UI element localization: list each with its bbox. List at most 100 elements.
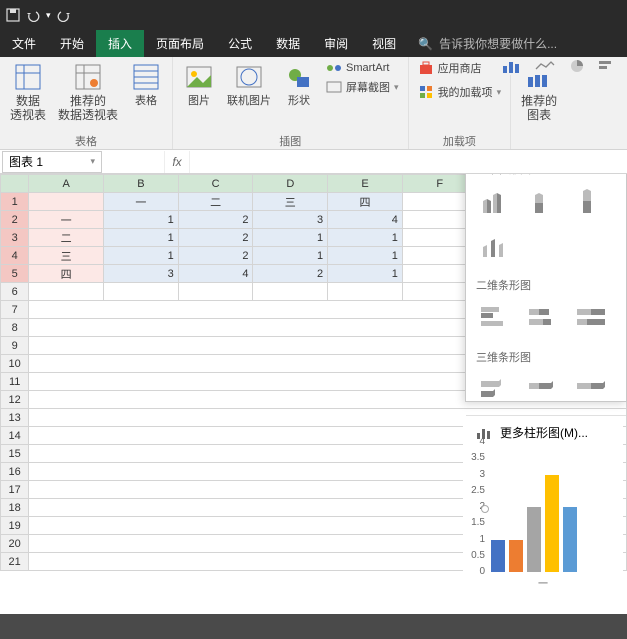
cell[interactable]: 三 (253, 193, 328, 211)
search-icon: 🔍 (418, 37, 433, 51)
select-all-corner[interactable] (1, 175, 29, 193)
formula-bar-row: 图表 1 ▾ fx (0, 150, 627, 174)
online-picture-button[interactable]: 联机图片 (223, 59, 275, 110)
chart-type-strip (495, 57, 627, 75)
stacked-bar-option[interactable] (524, 299, 564, 335)
chart-icon-bar[interactable] (599, 59, 619, 73)
chart-handle[interactable] (481, 505, 489, 513)
tab-view[interactable]: 视图 (360, 30, 408, 57)
tab-home[interactable]: 开始 (48, 30, 96, 57)
recommended-pivot-button[interactable]: 推荐的数据透视表 (54, 59, 122, 125)
cell[interactable] (104, 283, 179, 301)
tab-data[interactable]: 数据 (264, 30, 312, 57)
3d-100-stacked-column-option[interactable] (572, 183, 612, 219)
row-header[interactable]: 4 (1, 247, 29, 265)
3d-100-stacked-bar-option[interactable] (572, 371, 612, 407)
cell[interactable] (328, 283, 403, 301)
cell[interactable]: 1 (253, 229, 328, 247)
tab-formulas[interactable]: 公式 (216, 30, 264, 57)
row-header[interactable]: 2 (1, 211, 29, 229)
picture-button[interactable]: 图片 (179, 59, 219, 110)
cell[interactable]: 4 (178, 265, 253, 283)
cell[interactable]: 2 (178, 229, 253, 247)
chart-x-label: 一 (463, 575, 623, 590)
row-header[interactable]: 6 (1, 283, 29, 301)
cell[interactable]: 3 (253, 211, 328, 229)
cell[interactable]: 1 (328, 229, 403, 247)
cell[interactable]: 1 (328, 247, 403, 265)
cell[interactable]: 四 (328, 193, 403, 211)
fx-button[interactable]: fx (164, 151, 190, 173)
cell[interactable]: 二 (29, 229, 104, 247)
cell[interactable]: 1 (104, 247, 179, 265)
tab-file[interactable]: 文件 (0, 30, 48, 57)
worksheet-area[interactable]: A B C D E F G H 1一二三四 2一1234 3二1211 4三12… (0, 174, 627, 614)
3d-clustered-column-option[interactable] (476, 183, 516, 219)
chart-y-tick: 0.5 (465, 550, 485, 561)
ribbon-tabs: 文件 开始 插入 页面布局 公式 数据 审阅 视图 🔍 告诉我你想要做什么... (0, 30, 627, 57)
col-header[interactable]: D (253, 175, 328, 193)
cell[interactable]: 一 (29, 211, 104, 229)
row-header[interactable]: 5 (1, 265, 29, 283)
cell[interactable]: 4 (328, 211, 403, 229)
3d-clustered-bar-option[interactable] (476, 371, 516, 407)
shapes-button[interactable]: 形状 (279, 59, 319, 110)
3d-stacked-bar-option[interactable] (524, 371, 564, 407)
col-header[interactable]: E (328, 175, 403, 193)
clustered-bar-option[interactable] (476, 299, 516, 335)
screenshot-button[interactable]: 屏幕截图 ▾ (323, 78, 402, 96)
shapes-icon (283, 61, 315, 93)
name-box[interactable]: 图表 1 ▾ (2, 151, 102, 173)
row-header[interactable]: 1 (1, 193, 29, 211)
cell[interactable] (178, 283, 253, 301)
cell[interactable] (29, 283, 104, 301)
redo-icon[interactable] (57, 8, 71, 22)
my-addins-button[interactable]: 我的加载项 ▾ (415, 83, 505, 101)
tell-me-search[interactable]: 🔍 告诉我你想要做什么... (408, 30, 567, 57)
chart-bar (491, 540, 505, 573)
undo-icon[interactable] (26, 8, 40, 22)
cell[interactable]: 2 (178, 247, 253, 265)
cell[interactable]: 3 (104, 265, 179, 283)
chevron-down-icon[interactable]: ▾ (46, 10, 51, 21)
cell[interactable]: 一 (104, 193, 179, 211)
chart-bar (545, 475, 559, 573)
100-stacked-bar-option[interactable] (572, 299, 612, 335)
chevron-down-icon[interactable]: ▾ (90, 156, 95, 167)
tab-review[interactable]: 审阅 (312, 30, 360, 57)
app-store-button[interactable]: 应用商店 (415, 59, 505, 77)
chart-bar (509, 540, 523, 573)
cell[interactable]: 1 (104, 211, 179, 229)
online-picture-icon (233, 61, 265, 93)
ribbon: 数据透视表 推荐的数据透视表 表格 表格 图片 (0, 57, 627, 150)
3d-stacked-column-option[interactable] (524, 183, 564, 219)
pivot-table-button[interactable]: 数据透视表 (6, 59, 50, 125)
column-chart-gallery: 二维柱形图 三维柱形图 二维条形图 三维条形图 更多柱形图(M)... (465, 174, 627, 402)
table-button[interactable]: 表格 (126, 59, 166, 110)
row-header[interactable]: 3 (1, 229, 29, 247)
col-header[interactable]: B (104, 175, 179, 193)
more-column-charts-button[interactable]: 更多柱形图(M)... (466, 415, 626, 449)
cell[interactable]: 二 (178, 193, 253, 211)
cell[interactable]: 1 (253, 247, 328, 265)
cell[interactable]: 1 (328, 265, 403, 283)
cell[interactable]: 1 (104, 229, 179, 247)
tab-pagelayout[interactable]: 页面布局 (144, 30, 216, 57)
cell[interactable] (253, 283, 328, 301)
smartart-button[interactable]: SmartArt (323, 59, 402, 77)
3d-column-option[interactable] (476, 227, 516, 263)
chart-icon-line[interactable] (535, 59, 555, 73)
smartart-icon (326, 60, 342, 76)
tab-insert[interactable]: 插入 (96, 30, 144, 57)
cell[interactable]: 2 (253, 265, 328, 283)
col-header[interactable]: A (29, 175, 104, 193)
cell[interactable]: 2 (178, 211, 253, 229)
cell[interactable]: 四 (29, 265, 104, 283)
cell[interactable] (29, 193, 104, 211)
chart-icon-column[interactable] (503, 59, 523, 73)
column-chart-icon (476, 426, 492, 440)
chart-icon-pie[interactable] (567, 59, 587, 73)
col-header[interactable]: C (178, 175, 253, 193)
save-icon[interactable] (6, 8, 20, 22)
cell[interactable]: 三 (29, 247, 104, 265)
